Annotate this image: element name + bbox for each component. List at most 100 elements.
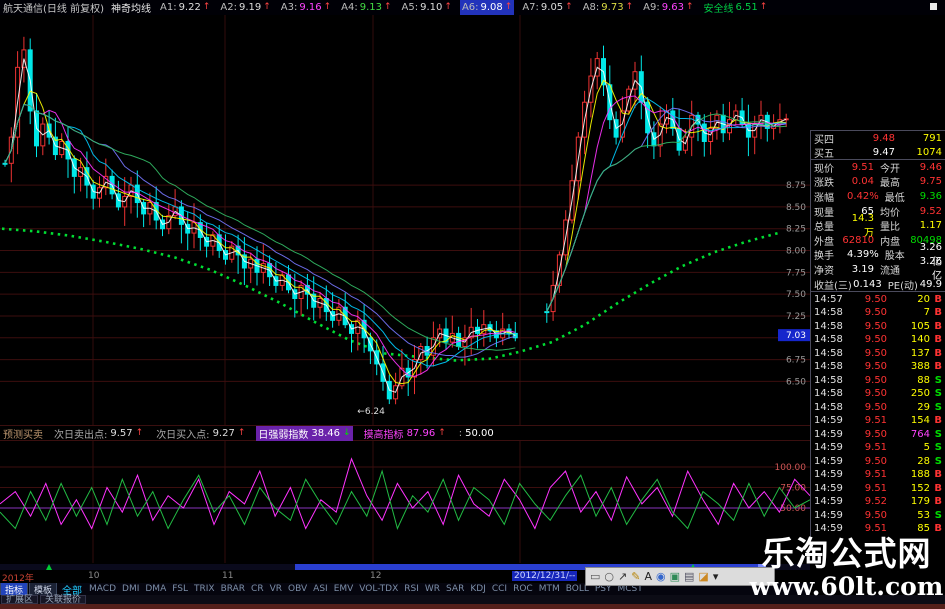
tick-time: 14:58 xyxy=(814,307,843,319)
tab-asi[interactable]: ASI xyxy=(310,584,331,594)
text-tool-icon[interactable]: A xyxy=(644,571,652,582)
svg-text:6.75: 6.75 xyxy=(786,356,806,366)
tick-row[interactable]: 14:58 9.50 140 B xyxy=(811,333,945,347)
tick-row[interactable]: 14:59 9.51 154 B xyxy=(811,414,945,428)
tab-rsi[interactable]: RSI xyxy=(401,584,422,594)
arrow-icon: ↓ xyxy=(343,427,351,438)
image-tool-icon[interactable]: ▣ xyxy=(670,571,680,582)
ma-value-a7: A7: 9.05 ↑ xyxy=(520,0,574,15)
tab-brar[interactable]: BRAR xyxy=(218,584,248,594)
oscillator-chart[interactable]: 100.0075.0050.00 xyxy=(0,441,810,563)
dropdown-arrow-icon[interactable]: ▾ xyxy=(713,571,719,582)
bottom-tab[interactable]: 关联报价 xyxy=(40,595,87,605)
window-control-icon[interactable] xyxy=(930,3,937,10)
tab-sar[interactable]: SAR xyxy=(443,584,467,594)
tab-模板[interactable]: 模板 xyxy=(29,583,58,595)
indicator-values: 次日卖出点: 9.57 ↑ 次日买入点: 9.27 ↑ 日强弱指数 38.46 ↓ 摸高指标 87.… xyxy=(52,425,496,441)
arrow-icon: ↑ xyxy=(438,427,446,438)
ma-label: A5: xyxy=(401,2,419,13)
ma-label: A9: xyxy=(643,2,660,13)
stat-label: 流通 xyxy=(880,265,900,277)
tab-fsl[interactable]: FSL xyxy=(169,584,191,594)
indicator-item: :50.00 xyxy=(457,426,496,441)
tick-row[interactable]: 14:58 9.50 250 S xyxy=(811,387,945,401)
tick-row[interactable]: 14:58 9.50 388 B xyxy=(811,360,945,374)
tick-row[interactable]: 14:57 9.50 20 B xyxy=(811,292,945,306)
tick-row[interactable]: 14:59 9.50 764 S xyxy=(811,427,945,441)
tab-cr[interactable]: CR xyxy=(248,584,267,594)
ma-value: 9.19 xyxy=(238,2,262,13)
tab-kdj[interactable]: KDJ xyxy=(467,584,489,594)
up-arrow-icon: ↑ xyxy=(384,2,392,12)
rect-tool-icon[interactable]: ▭ xyxy=(590,571,600,582)
axis-month-label: 11 xyxy=(222,571,234,581)
stat-value: 49.9 xyxy=(919,278,942,290)
tick-price: 9.51 xyxy=(864,482,888,494)
bid-row[interactable]: 买四 9.48 791 xyxy=(811,131,945,146)
svg-text:75.00: 75.00 xyxy=(780,484,806,494)
tick-price: 9.50 xyxy=(864,307,888,319)
tab-obv[interactable]: OBV xyxy=(285,584,310,594)
tick-side: S xyxy=(934,442,942,454)
top-status-bar: 航天通信(日线 前复权) 神奇均线 A1: 9.22 ↑ A2: 9.19 ↑ A3: 9.1… xyxy=(0,0,945,15)
bid-row[interactable]: 买五 9.47 1074 xyxy=(811,145,945,160)
safety-line-value: 安全线 6.51 ↑ xyxy=(702,0,770,15)
ma-label: A4: xyxy=(341,2,358,13)
tab-vr[interactable]: VR xyxy=(267,584,285,594)
tab-emv[interactable]: EMV xyxy=(331,584,357,594)
tab-cci[interactable]: CCI xyxy=(489,584,510,594)
tick-row[interactable]: 14:59 9.50 28 S xyxy=(811,454,945,468)
tick-time: 14:57 xyxy=(814,293,843,305)
stat-label: 总量 xyxy=(814,222,834,234)
tick-row[interactable]: 14:58 9.50 29 S xyxy=(811,400,945,414)
tick-row[interactable]: 14:59 9.51 85 B xyxy=(811,522,945,536)
tab-roc[interactable]: ROC xyxy=(510,584,536,594)
indicator-item-label: 次日买入点: xyxy=(156,429,210,441)
tick-price: 9.51 xyxy=(864,469,888,481)
tab-mtm[interactable]: MTM xyxy=(536,584,563,594)
tab-all[interactable]: 全部 xyxy=(58,583,86,596)
bid-label: 买五 xyxy=(814,148,834,160)
tick-row[interactable]: 14:59 9.50 53 S xyxy=(811,508,945,522)
tick-time: 14:58 xyxy=(814,361,843,373)
tab-macd[interactable]: MACD xyxy=(86,584,119,594)
indicator-item-label: 日强弱指数 xyxy=(258,429,309,441)
note-tool-icon[interactable]: ▤ xyxy=(684,571,694,582)
svg-text:8.75: 8.75 xyxy=(786,181,806,191)
tab-trix[interactable]: TRIX xyxy=(191,584,218,594)
ma-value-a4: A4: 9.13 ↑ xyxy=(339,0,393,15)
tick-time: 14:58 xyxy=(814,320,843,332)
globe-icon[interactable]: ◉ xyxy=(656,571,666,582)
stat-label: 净资 xyxy=(814,265,834,277)
tick-row[interactable]: 14:58 9.50 7 B xyxy=(811,306,945,320)
bottom-tab[interactable]: 扩展区 xyxy=(1,595,39,605)
tab-指标[interactable]: 指标 xyxy=(0,583,29,595)
tick-side: B xyxy=(934,415,942,427)
tick-row[interactable]: 14:59 9.51 152 B xyxy=(811,481,945,495)
tab-vol-tdx[interactable]: VOL-TDX xyxy=(356,584,401,594)
tick-row[interactable]: 14:58 9.50 105 B xyxy=(811,319,945,333)
up-arrow-icon: ↑ xyxy=(263,2,271,12)
tick-row[interactable]: 14:59 9.51 188 B xyxy=(811,468,945,482)
tick-row[interactable]: 14:59 9.51 5 S xyxy=(811,441,945,455)
tick-row[interactable]: 14:58 9.50 137 B xyxy=(811,346,945,360)
tab-dmi[interactable]: DMI xyxy=(119,584,142,594)
ellipse-tool-icon[interactable]: ○ xyxy=(604,571,614,582)
quote-sidebar: 买四 9.48 791 买五 9.47 1074 现价 9.51 今开 9.46 涨跌 0.04 最高… xyxy=(810,130,945,545)
palette-tool-icon[interactable]: ◪ xyxy=(698,571,708,582)
tick-side: B xyxy=(934,307,942,319)
tab-wr[interactable]: WR xyxy=(422,584,443,594)
tick-row[interactable]: 14:59 9.52 179 B xyxy=(811,495,945,509)
trendline-tool-icon[interactable]: ↗ xyxy=(618,571,627,582)
tab-dma[interactable]: DMA xyxy=(142,584,169,594)
pencil-tool-icon[interactable]: ✎ xyxy=(631,571,640,582)
ma-label: A2: xyxy=(220,2,237,13)
tick-volume: 7 xyxy=(923,307,930,319)
tick-row[interactable]: 14:58 9.50 88 S xyxy=(811,373,945,387)
stat-label: 最低 xyxy=(884,192,905,204)
tick-list: 14:57 9.50 20 B 14:58 9.50 7 B 14:58 9.50 105 B 14:5… xyxy=(811,292,945,535)
svg-text:7.75: 7.75 xyxy=(786,268,806,278)
tick-price: 9.51 xyxy=(864,415,888,427)
candlestick-chart[interactable]: 8.758.508.258.007.757.507.257.006.756.50… xyxy=(0,15,810,425)
tick-volume: 250 xyxy=(910,388,930,400)
